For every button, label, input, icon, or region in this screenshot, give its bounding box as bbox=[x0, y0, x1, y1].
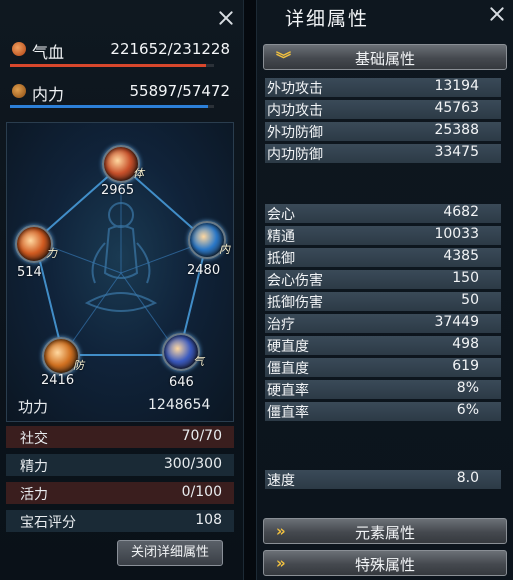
node-glyph: 防 bbox=[73, 359, 84, 372]
attr-label: 内功攻击 bbox=[267, 103, 323, 119]
attr-label: 精通 bbox=[267, 229, 295, 245]
attr-row: 精通 10033 bbox=[265, 226, 501, 245]
node-ti-value: 2965 bbox=[101, 183, 135, 198]
attr-label: 硬直度 bbox=[267, 339, 309, 355]
mp-row: 内力 55897/57472 bbox=[10, 80, 232, 104]
attr-row: 硬直率 8% bbox=[265, 380, 501, 399]
attr-label: 抵御 bbox=[267, 251, 295, 267]
attr-value: 8% bbox=[456, 380, 479, 396]
section-label: 元素属性 bbox=[354, 524, 415, 542]
attr-row: 内功防御 33475 bbox=[265, 144, 501, 163]
node-glyph: 体 bbox=[133, 167, 144, 180]
gongli-label: 功力 bbox=[18, 398, 49, 416]
attr-row: 会心伤害 150 bbox=[265, 270, 501, 289]
attr-row: 外功攻击 13194 bbox=[265, 78, 501, 97]
attr-value: 6% bbox=[456, 402, 479, 418]
info-value: 0/100 bbox=[181, 484, 222, 500]
info-value: 70/70 bbox=[181, 428, 222, 444]
section-label: 基础属性 bbox=[354, 50, 415, 68]
special-attributes-section[interactable]: » 特殊属性 bbox=[263, 550, 507, 576]
attr-row: 抵御伤害 50 bbox=[265, 292, 501, 311]
attr-value: 33475 bbox=[434, 144, 479, 160]
attr-row: 僵直率 6% bbox=[265, 402, 501, 421]
info-label: 活力 bbox=[20, 487, 48, 503]
mp-label: 内力 bbox=[32, 85, 65, 104]
node-nei[interactable]: 内 bbox=[188, 221, 230, 259]
hp-bar bbox=[10, 64, 214, 67]
node-qi[interactable]: 气 bbox=[162, 333, 204, 371]
info-row-social: 社交 70/70 bbox=[6, 426, 234, 448]
close-detail-button[interactable]: 关闭详细属性 bbox=[117, 540, 223, 566]
attr-value: 25388 bbox=[434, 122, 479, 138]
attr-value: 498 bbox=[452, 336, 479, 352]
info-label: 宝石评分 bbox=[20, 515, 76, 531]
element-attributes-section[interactable]: » 元素属性 bbox=[263, 518, 507, 544]
section-label: 特殊属性 bbox=[354, 556, 415, 574]
node-glyph: 力 bbox=[46, 247, 57, 260]
attr-row: 外功防御 25388 bbox=[265, 122, 501, 141]
attr-label: 内功防御 bbox=[267, 147, 323, 163]
attr-label: 会心 bbox=[267, 207, 295, 223]
node-glyph: 气 bbox=[193, 355, 204, 368]
mp-bar-fill bbox=[10, 105, 209, 108]
node-li[interactable]: 力 bbox=[15, 225, 57, 263]
close-icon[interactable] bbox=[487, 4, 507, 24]
attr-value: 37449 bbox=[434, 314, 479, 330]
node-fang-value: 2416 bbox=[41, 373, 75, 388]
gongli-value: 1248654 bbox=[148, 397, 211, 413]
node-nei-value: 2480 bbox=[187, 263, 221, 278]
info-row-gem-score: 宝石评分 108 bbox=[6, 510, 234, 532]
info-row-vitality: 活力 0/100 bbox=[6, 482, 234, 504]
attr-label: 速度 bbox=[267, 473, 295, 489]
mp-bar bbox=[10, 105, 214, 108]
attr-value: 4682 bbox=[443, 204, 479, 220]
attr-value: 4385 bbox=[443, 248, 479, 264]
attr-value: 8.0 bbox=[456, 470, 479, 486]
hp-label: 气血 bbox=[32, 43, 65, 62]
close-icon[interactable] bbox=[216, 8, 236, 28]
detail-attributes-panel: 详细属性 ︾ 基础属性 外功攻击 13194 内功攻击 45763 外功防御 2… bbox=[256, 0, 513, 580]
info-label: 社交 bbox=[20, 431, 48, 447]
character-stats-panel: 气血 221652/231228 内力 55897/57472 体 2965 内… bbox=[0, 0, 244, 580]
attr-value: 50 bbox=[461, 292, 479, 308]
attr-label: 抵御伤害 bbox=[267, 295, 323, 311]
info-value: 108 bbox=[195, 512, 222, 528]
mp-value: 55897/57472 bbox=[129, 82, 231, 100]
attr-label: 僵直度 bbox=[267, 361, 309, 377]
basic-attributes-section[interactable]: ︾ 基础属性 bbox=[263, 44, 507, 70]
info-label: 精力 bbox=[20, 459, 48, 475]
info-value: 300/300 bbox=[163, 456, 222, 472]
attr-label: 治疗 bbox=[267, 317, 295, 333]
attr-row: 会心 4682 bbox=[265, 204, 501, 223]
attr-value: 13194 bbox=[434, 78, 479, 94]
node-glyph: 内 bbox=[219, 243, 230, 256]
hp-bar-fill bbox=[10, 64, 206, 67]
attr-row-speed: 速度 8.0 bbox=[265, 470, 501, 489]
attr-row: 内功攻击 45763 bbox=[265, 100, 501, 119]
node-li-value: 514 bbox=[17, 265, 42, 280]
attr-label: 外功防御 bbox=[267, 125, 323, 141]
attr-value: 619 bbox=[452, 358, 479, 374]
hp-drop-icon bbox=[12, 42, 26, 56]
attr-label: 会心伤害 bbox=[267, 273, 323, 289]
attr-row: 僵直度 619 bbox=[265, 358, 501, 377]
hp-row: 气血 221652/231228 bbox=[10, 38, 232, 62]
attr-row: 硬直度 498 bbox=[265, 336, 501, 355]
panel-title: 详细属性 bbox=[285, 8, 370, 30]
attr-value: 10033 bbox=[434, 226, 479, 242]
attribute-pentagon: 体 2965 内 2480 气 646 防 2416 力 514 bbox=[6, 122, 234, 422]
attr-row: 治疗 37449 bbox=[265, 314, 501, 333]
node-qi-value: 646 bbox=[169, 375, 194, 390]
attr-label: 硬直率 bbox=[267, 383, 309, 399]
attr-value: 45763 bbox=[434, 100, 479, 116]
attr-label: 僵直率 bbox=[267, 405, 309, 421]
mp-orb-icon bbox=[12, 84, 26, 98]
attr-label: 外功攻击 bbox=[267, 81, 323, 97]
attr-row: 抵御 4385 bbox=[265, 248, 501, 267]
attr-value: 150 bbox=[452, 270, 479, 286]
hp-value: 221652/231228 bbox=[110, 40, 230, 58]
node-ti[interactable]: 体 bbox=[102, 145, 144, 183]
node-fang[interactable]: 防 bbox=[42, 337, 84, 375]
info-row-energy: 精力 300/300 bbox=[6, 454, 234, 476]
